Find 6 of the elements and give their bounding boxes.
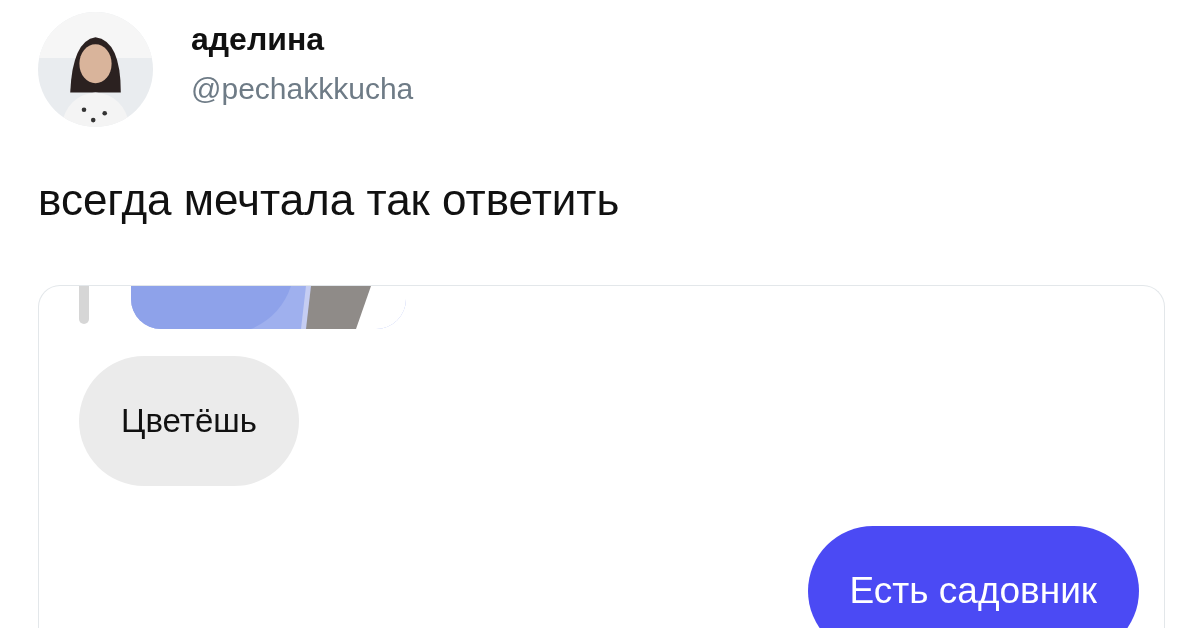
author-handle[interactable]: @pechakkkucha — [191, 72, 414, 106]
author-name[interactable]: аделина — [191, 21, 414, 58]
message-bubble: Есть садовник — [807, 526, 1139, 628]
tweet-text: всегда мечтала так ответить — [38, 175, 621, 225]
reply-bar — [79, 286, 89, 324]
message-bubble: Цветёшь — [79, 356, 299, 486]
